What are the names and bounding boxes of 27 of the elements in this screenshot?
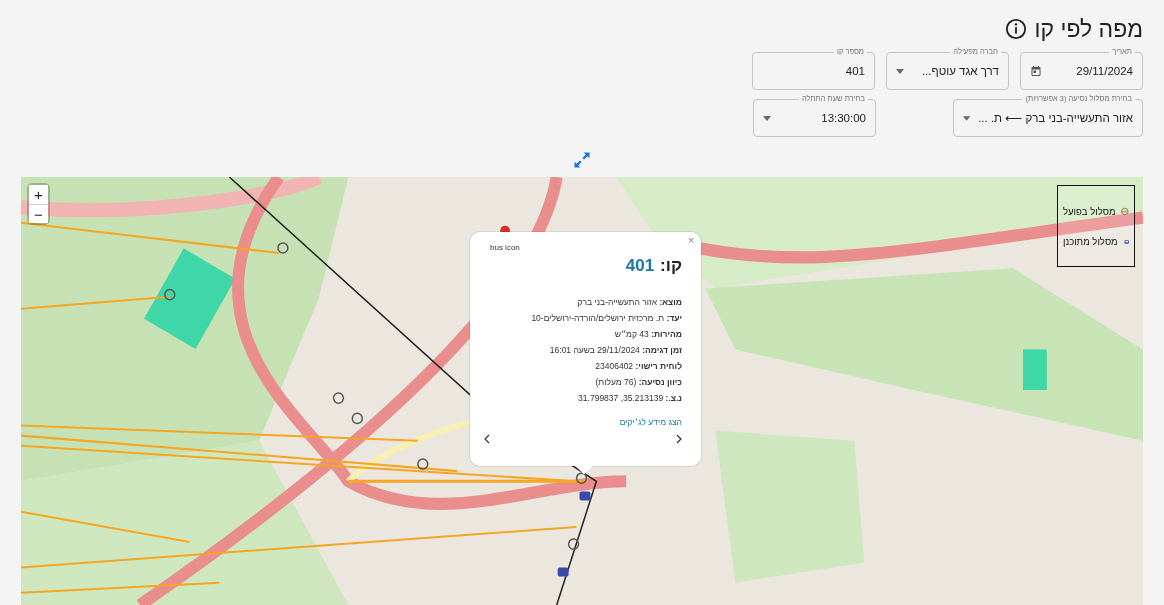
field-value: דרך אגד עוטף...	[920, 65, 999, 77]
info-line: מוצא: אזור התעשייה-בני ברק	[576, 296, 682, 309]
field-value: אזור התעשייה-בני ברק ⟵ ת. ...	[978, 111, 1133, 125]
info-icon[interactable]	[1004, 18, 1027, 40]
details-link[interactable]: הצג מידע לג׳יקים	[619, 417, 682, 427]
field-value: 29/11/2024	[1075, 65, 1133, 77]
chevron-right-icon[interactable]	[676, 434, 682, 444]
legend-label: מסלול מתוכנן	[1063, 236, 1118, 247]
field-value: 401	[844, 65, 865, 77]
info-line: מהירות: 43 קמ״ש	[613, 328, 682, 341]
chevron-left-icon[interactable]	[484, 434, 490, 444]
info-line: כיוון נסיעה: (76 מעלות)	[594, 376, 682, 389]
calendar-icon[interactable]	[1030, 65, 1042, 77]
info-line: זמן דגימה: 29/11/2024 בשעה 16:01	[548, 344, 682, 357]
page-title: מפה לפי קו	[1034, 15, 1143, 43]
info-line: יעד: ת. מרכזית ירושלים/הורדה-ירושלים-10	[530, 312, 682, 325]
broken-image-alt: bus icon	[490, 244, 520, 253]
popup-title-label: קו:	[660, 256, 682, 276]
legend-label: מסלול בפועל	[1063, 205, 1116, 217]
line-number: 401	[625, 256, 655, 276]
close-button[interactable]: ×	[688, 234, 695, 246]
dropdown-caret-icon[interactable]	[963, 115, 971, 121]
field-value: 13:30:00	[820, 112, 866, 124]
expand-icon[interactable]	[572, 150, 592, 170]
dropdown-caret-icon[interactable]	[763, 115, 771, 121]
dropdown-caret-icon[interactable]	[896, 68, 904, 74]
zoom-out-button[interactable]: −	[29, 204, 48, 223]
